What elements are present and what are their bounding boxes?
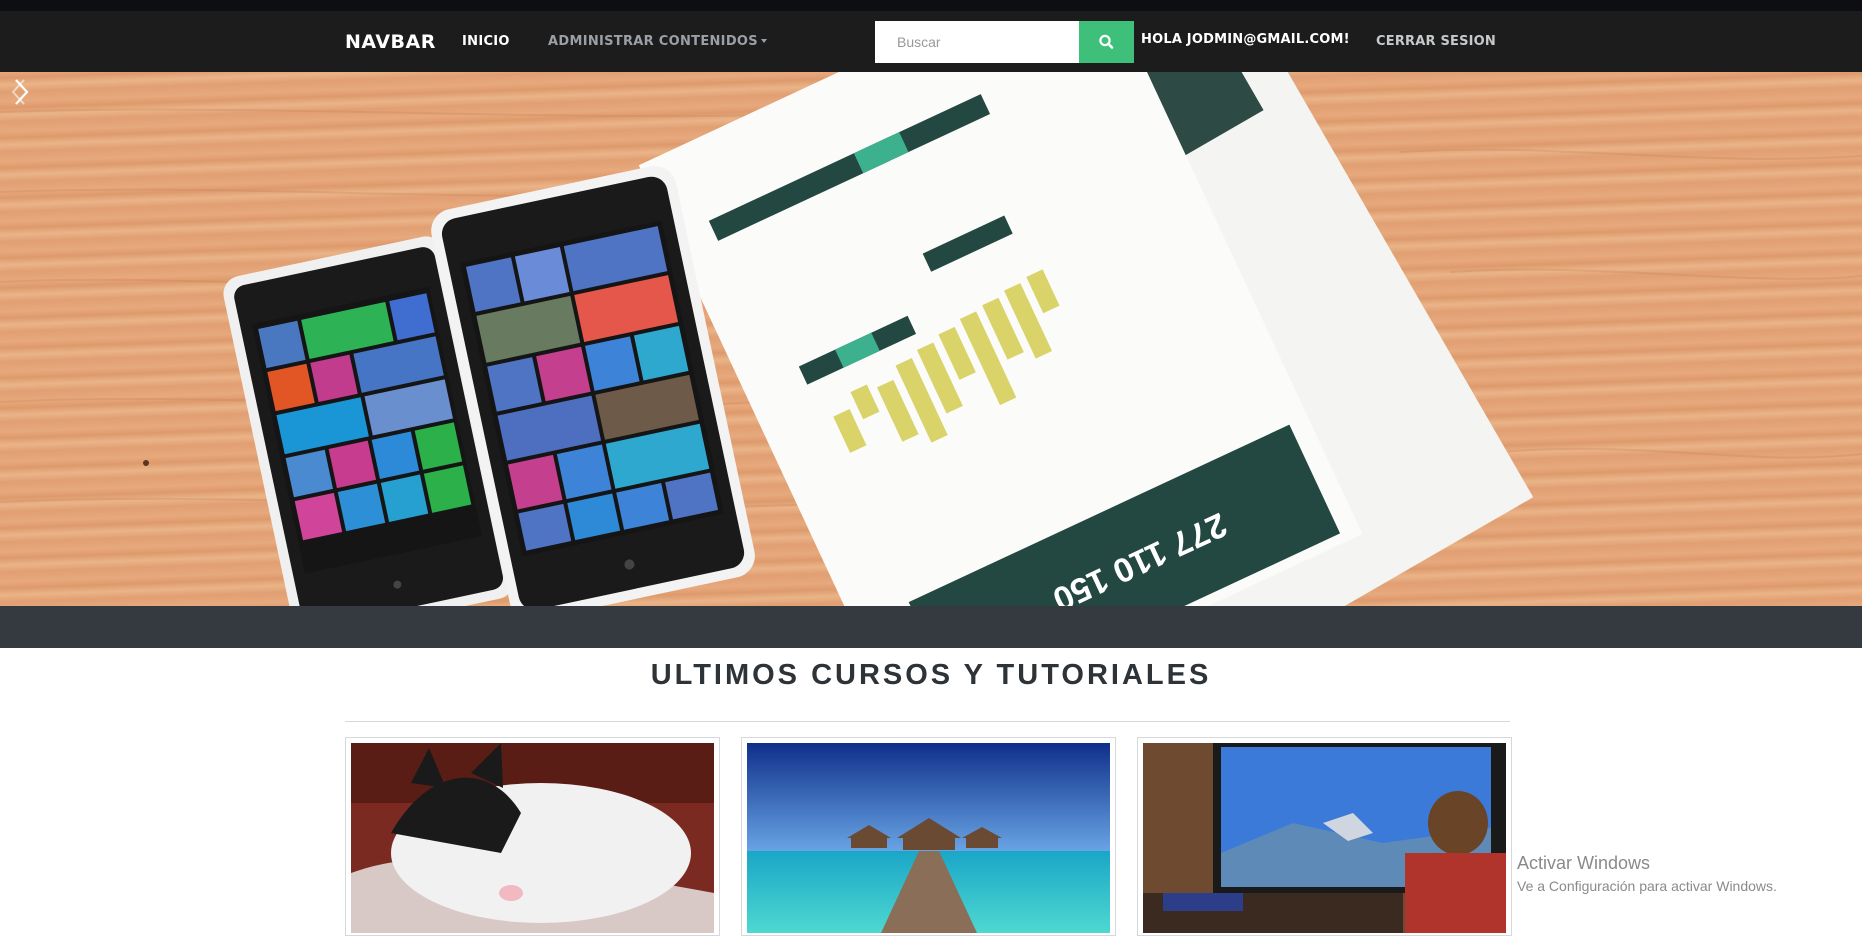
navbar: NAVBAR INICIO ADMINISTRAR CONTENIDOS HOL… [0, 11, 1862, 72]
dark-band [0, 606, 1862, 648]
section-title: ULTIMOS CURSOS Y TUTORIALES [650, 659, 1212, 691]
nav-dropdown-administrar-contenidos[interactable]: ADMINISTRAR CONTENIDOS [548, 34, 767, 49]
search-input[interactable] [875, 21, 1079, 63]
section-divider [345, 721, 1510, 722]
search-icon [1099, 34, 1114, 49]
caret-down-icon [760, 39, 767, 43]
watermark-subtitle: Ve a Configuración para activar Windows. [1517, 878, 1777, 894]
windows-activation-watermark: Activar Windows Ve a Configuración para … [1517, 853, 1777, 894]
watermark-title: Activar Windows [1517, 853, 1651, 873]
top-strip [0, 0, 1862, 11]
nav-dropdown-label: ADMINISTRAR CONTENIDOS [548, 34, 758, 49]
hero-carousel: 150 277 110 1 [0, 72, 1862, 606]
course-card[interactable] [345, 737, 720, 936]
user-greeting[interactable]: HOLA JODMIN@GMAIL.COM! [1141, 32, 1350, 47]
course-thumbnail-beach [747, 743, 1110, 933]
chevron-right-icon[interactable] [0, 72, 40, 112]
course-card[interactable] [741, 737, 1116, 936]
course-card[interactable] [1137, 737, 1512, 936]
course-thumbnail-cat [351, 743, 714, 933]
hero-image: 150 277 110 1 [0, 72, 1862, 606]
navbar-brand[interactable]: NAVBAR [345, 31, 436, 53]
nav-link-inicio[interactable]: INICIO [462, 34, 510, 49]
course-thumbnail-gaming [1143, 743, 1506, 933]
logout-link[interactable]: CERRAR SESION [1376, 34, 1496, 49]
search-button[interactable] [1079, 21, 1134, 63]
